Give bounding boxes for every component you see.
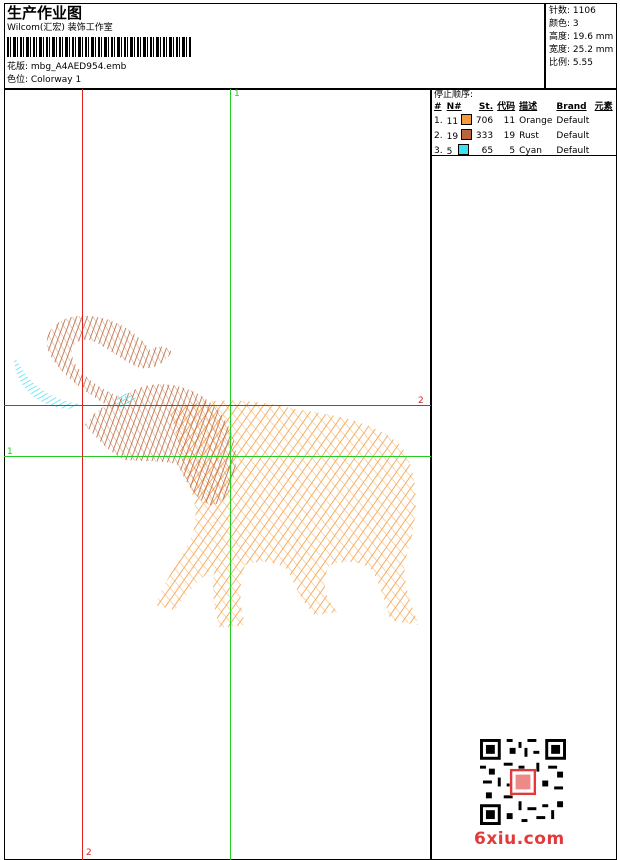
watermark: 6xiu.com	[474, 829, 565, 849]
green-horizontal-guide	[4, 456, 431, 457]
red-horizontal-guide	[4, 405, 431, 406]
red-vertical-guide	[82, 89, 83, 860]
green-vertical-guide	[230, 89, 231, 860]
red-vertical-label: 2	[86, 848, 92, 858]
red-horizontal-label: 2	[418, 396, 424, 406]
embroidery-design	[14, 315, 418, 628]
qr-code	[480, 739, 566, 825]
green-vertical-label: 1	[234, 89, 240, 99]
green-horizontal-label: 1	[7, 447, 13, 457]
